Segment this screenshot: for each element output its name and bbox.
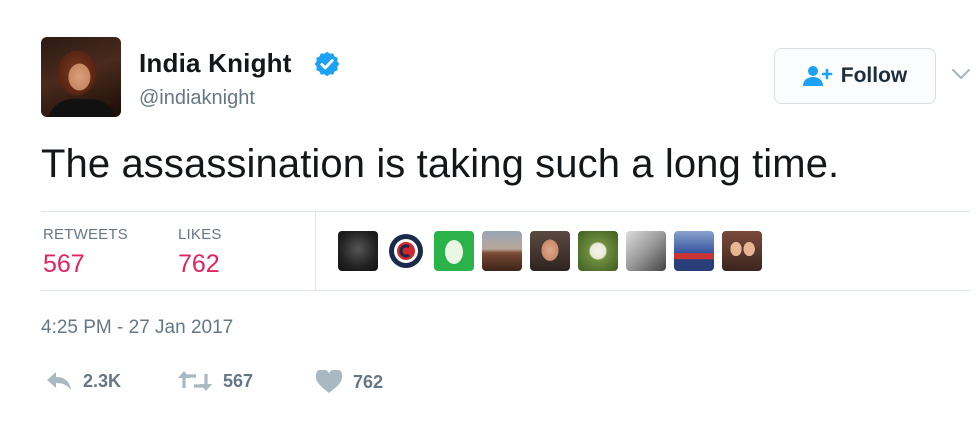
retweet-icon	[178, 371, 212, 391]
retweets-label[interactable]: RETWEETS	[43, 226, 128, 243]
stats-bottom-divider	[41, 290, 971, 291]
follow-button[interactable]: Follow	[774, 48, 936, 104]
liker-avatar[interactable]	[626, 231, 666, 271]
liker-avatar[interactable]	[530, 231, 570, 271]
chevron-down-icon[interactable]	[950, 66, 972, 82]
team-logo-icon	[389, 234, 423, 268]
stats-vertical-divider	[315, 212, 316, 290]
verified-badge-icon	[314, 51, 340, 77]
liker-avatar[interactable]	[386, 231, 426, 271]
retweets-count[interactable]: 567	[43, 250, 85, 279]
likes-label[interactable]: LIKES	[178, 226, 222, 243]
reply-count: 2.3K	[83, 370, 122, 391]
liker-avatar[interactable]	[722, 231, 762, 271]
avatar-shoulders	[47, 99, 117, 117]
liker-avatar[interactable]	[434, 231, 474, 271]
reply-icon	[47, 372, 71, 390]
egg-icon	[445, 240, 463, 264]
liker-avatar[interactable]	[674, 231, 714, 271]
liker-avatar-row	[338, 231, 762, 271]
like-button[interactable]: 762	[315, 370, 383, 394]
heart-icon	[315, 370, 343, 393]
retweet-count: 567	[223, 370, 254, 391]
add-user-icon	[802, 66, 833, 86]
retweet-button[interactable]: 567	[177, 370, 253, 392]
likes-count[interactable]: 762	[178, 250, 220, 279]
follow-button-label: Follow	[840, 64, 908, 87]
stats-top-divider	[41, 211, 971, 212]
tweet-timestamp[interactable]: 4:25 PM - 27 Jan 2017	[41, 317, 233, 339]
reply-button[interactable]: 2.3K	[45, 370, 121, 392]
author-avatar[interactable]	[41, 37, 121, 117]
liker-avatar[interactable]	[338, 231, 378, 271]
like-count: 762	[353, 371, 384, 392]
tweet-text: The assassination is taking such a long …	[41, 142, 840, 186]
author-handle[interactable]: @indiaknight	[139, 87, 255, 110]
liker-avatar[interactable]	[578, 231, 618, 271]
author-name[interactable]: India Knight	[139, 48, 292, 79]
liker-avatar[interactable]	[482, 231, 522, 271]
